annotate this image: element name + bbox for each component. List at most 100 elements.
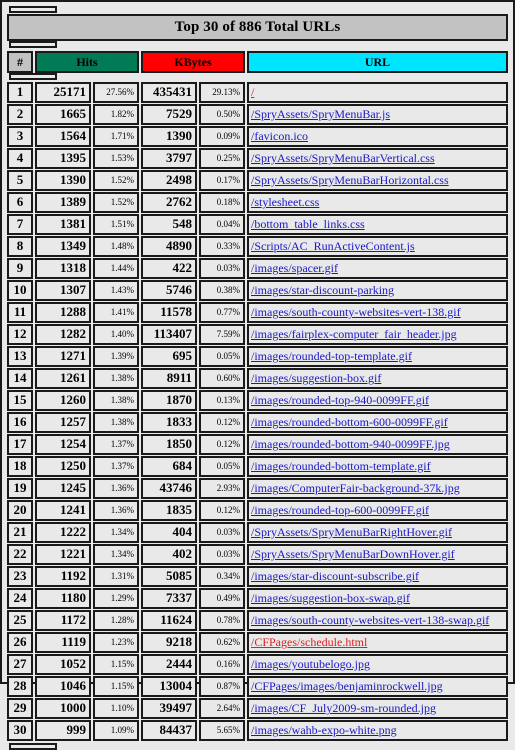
row-url-link[interactable]: /favicon.ico bbox=[251, 129, 308, 143]
row-url-link[interactable]: /images/suggestion-box.gif bbox=[251, 371, 381, 385]
row-hits: 1192 bbox=[35, 566, 91, 587]
row-url-link[interactable]: /images/suggestion-box-swap.gif bbox=[251, 591, 410, 605]
row-kbytes: 404 bbox=[141, 522, 197, 543]
column-header-number[interactable]: # bbox=[7, 51, 33, 73]
row-url-link[interactable]: /SpryAssets/SpryMenuBarHorizontal.css bbox=[251, 173, 449, 187]
row-url-link[interactable]: /stylesheet.css bbox=[251, 195, 319, 209]
row-rank: 2 bbox=[7, 104, 33, 125]
table-row: 29 1000 1.10% 39497 2.64% /images/CF_July2009… bbox=[7, 698, 508, 719]
table-row: 8 1349 1.48% 4890 0.33% /Scripts/AC_RunActive… bbox=[7, 236, 508, 257]
row-kbytes-percent: 0.18% bbox=[199, 192, 245, 213]
row-kbytes: 84437 bbox=[141, 720, 197, 741]
row-rank: 5 bbox=[7, 170, 33, 191]
row-hits: 1241 bbox=[35, 500, 91, 521]
row-hits-percent: 1.15% bbox=[93, 676, 139, 697]
row-url-link[interactable]: /SpryAssets/SpryMenuBar.js bbox=[251, 107, 390, 121]
row-kbytes: 9218 bbox=[141, 632, 197, 653]
row-rank: 19 bbox=[7, 478, 33, 499]
row-url-link[interactable]: /images/spacer.gif bbox=[251, 261, 338, 275]
row-hits-percent: 27.56% bbox=[93, 82, 139, 103]
row-url-link[interactable]: /images/rounded-bottom-template.gif bbox=[251, 459, 431, 473]
row-hits-percent: 1.34% bbox=[93, 522, 139, 543]
row-rank: 17 bbox=[7, 434, 33, 455]
row-url-link[interactable]: /CFPages/images/benjaminrockwell.jpg bbox=[251, 679, 443, 693]
row-url-link[interactable]: /images/fairplex-computer_fair_header.jp… bbox=[251, 327, 457, 341]
row-kbytes-percent: 29.13% bbox=[199, 82, 245, 103]
row-url-cell: /favicon.ico bbox=[247, 126, 508, 147]
row-url-cell: /images/rounded-top-600-0099FF.gif bbox=[247, 500, 508, 521]
row-hits-percent: 1.44% bbox=[93, 258, 139, 279]
row-rank: 22 bbox=[7, 544, 33, 565]
row-url-cell: /images/south-county-websites-vert-138.g… bbox=[247, 302, 508, 323]
table-row: 21 1222 1.34% 404 0.03% /SpryAssets/SpryMenuB… bbox=[7, 522, 508, 543]
row-kbytes: 2444 bbox=[141, 654, 197, 675]
row-hits: 1180 bbox=[35, 588, 91, 609]
row-url-link[interactable]: /images/south-county-websites-vert-138.g… bbox=[251, 305, 461, 319]
row-url-link[interactable]: /images/CF_July2009-sm-rounded.jpg bbox=[251, 701, 436, 715]
row-kbytes: 4890 bbox=[141, 236, 197, 257]
row-url-link[interactable]: /images/rounded-bottom-600-0099FF.gif bbox=[251, 415, 448, 429]
row-kbytes: 13004 bbox=[141, 676, 197, 697]
table-row: 1 25171 27.56% 435431 29.13% / bbox=[7, 82, 508, 103]
row-url-link[interactable]: /images/south-county-websites-vert-138-s… bbox=[251, 613, 489, 627]
row-hits: 1318 bbox=[35, 258, 91, 279]
row-url-link[interactable]: /images/rounded-top-template.gif bbox=[251, 349, 412, 363]
table-row: 30 999 1.09% 84437 5.65% /images/wahb-expo-wh… bbox=[7, 720, 508, 741]
row-hits-percent: 1.39% bbox=[93, 346, 139, 367]
row-url-link[interactable]: /images/ComputerFair-background-37k.jpg bbox=[251, 481, 460, 495]
row-url-link[interactable]: /CFPages/schedule.html bbox=[251, 635, 367, 649]
row-hits: 999 bbox=[35, 720, 91, 741]
row-kbytes: 1835 bbox=[141, 500, 197, 521]
row-hits-percent: 1.09% bbox=[93, 720, 139, 741]
row-url-link[interactable]: / bbox=[251, 85, 254, 99]
row-url-cell: /images/rounded-bottom-template.gif bbox=[247, 456, 508, 477]
row-kbytes: 2762 bbox=[141, 192, 197, 213]
row-url-link[interactable]: /images/rounded-top-600-0099FF.gif bbox=[251, 503, 429, 517]
row-url-link[interactable]: /images/star-discount-parking bbox=[251, 283, 394, 297]
row-url-link[interactable]: /images/wahb-expo-white.png bbox=[251, 723, 397, 737]
row-hits: 1395 bbox=[35, 148, 91, 169]
row-kbytes-percent: 0.03% bbox=[199, 522, 245, 543]
table-row: 6 1389 1.52% 2762 0.18% /stylesheet.css bbox=[7, 192, 508, 213]
row-kbytes-percent: 0.33% bbox=[199, 236, 245, 257]
row-rank: 26 bbox=[7, 632, 33, 653]
table-row: 5 1390 1.52% 2498 0.17% /SpryAssets/SpryMenuB… bbox=[7, 170, 508, 191]
row-kbytes: 1870 bbox=[141, 390, 197, 411]
table-row: 18 1250 1.37% 684 0.05% /images/rounded-botto… bbox=[7, 456, 508, 477]
row-kbytes: 5746 bbox=[141, 280, 197, 301]
row-url-link[interactable]: /SpryAssets/SpryMenuBarRightHover.gif bbox=[251, 525, 452, 539]
row-url-cell: /CFPages/schedule.html bbox=[247, 632, 508, 653]
row-hits: 1119 bbox=[35, 632, 91, 653]
row-rank: 3 bbox=[7, 126, 33, 147]
row-rank: 15 bbox=[7, 390, 33, 411]
row-kbytes: 1390 bbox=[141, 126, 197, 147]
row-hits-percent: 1.36% bbox=[93, 500, 139, 521]
column-header-hits[interactable]: Hits bbox=[35, 51, 139, 73]
row-rank: 7 bbox=[7, 214, 33, 235]
row-url-link[interactable]: /Scripts/AC_RunActiveContent.js bbox=[251, 239, 415, 253]
row-url-cell: /images/ComputerFair-background-37k.jpg bbox=[247, 478, 508, 499]
table-row: 3 1564 1.71% 1390 0.09% /favicon.ico bbox=[7, 126, 508, 147]
row-url-cell: /images/rounded-bottom-940-0099FF.jpg bbox=[247, 434, 508, 455]
row-url-link[interactable]: /bottom_table_links.css bbox=[251, 217, 365, 231]
table-row: 27 1052 1.15% 2444 0.16% /images/youtubelogo.… bbox=[7, 654, 508, 675]
table-row: 10 1307 1.43% 5746 0.38% /images/star-discoun… bbox=[7, 280, 508, 301]
row-url-link[interactable]: /images/star-discount-subscribe.gif bbox=[251, 569, 419, 583]
column-header-kbytes[interactable]: KBytes bbox=[141, 51, 245, 73]
table-row: 13 1271 1.39% 695 0.05% /images/rounded-top-t… bbox=[7, 346, 508, 367]
row-kbytes-percent: 0.13% bbox=[199, 390, 245, 411]
row-kbytes: 548 bbox=[141, 214, 197, 235]
row-kbytes: 1850 bbox=[141, 434, 197, 455]
row-url-link[interactable]: /SpryAssets/SpryMenuBarDownHover.gif bbox=[251, 547, 455, 561]
row-kbytes-percent: 0.03% bbox=[199, 544, 245, 565]
row-kbytes: 7529 bbox=[141, 104, 197, 125]
row-url-link[interactable]: /images/youtubelogo.jpg bbox=[251, 657, 370, 671]
row-url-link[interactable]: /images/rounded-top-940-0099FF.gif bbox=[251, 393, 429, 407]
row-hits: 1389 bbox=[35, 192, 91, 213]
row-url-link[interactable]: /SpryAssets/SpryMenuBarVertical.css bbox=[251, 151, 435, 165]
column-header-url[interactable]: URL bbox=[247, 51, 508, 73]
row-url-link[interactable]: /images/rounded-bottom-940-0099FF.jpg bbox=[251, 437, 450, 451]
row-rank: 14 bbox=[7, 368, 33, 389]
row-kbytes: 3797 bbox=[141, 148, 197, 169]
table-row: 24 1180 1.29% 7337 0.49% /images/suggestion-b… bbox=[7, 588, 508, 609]
